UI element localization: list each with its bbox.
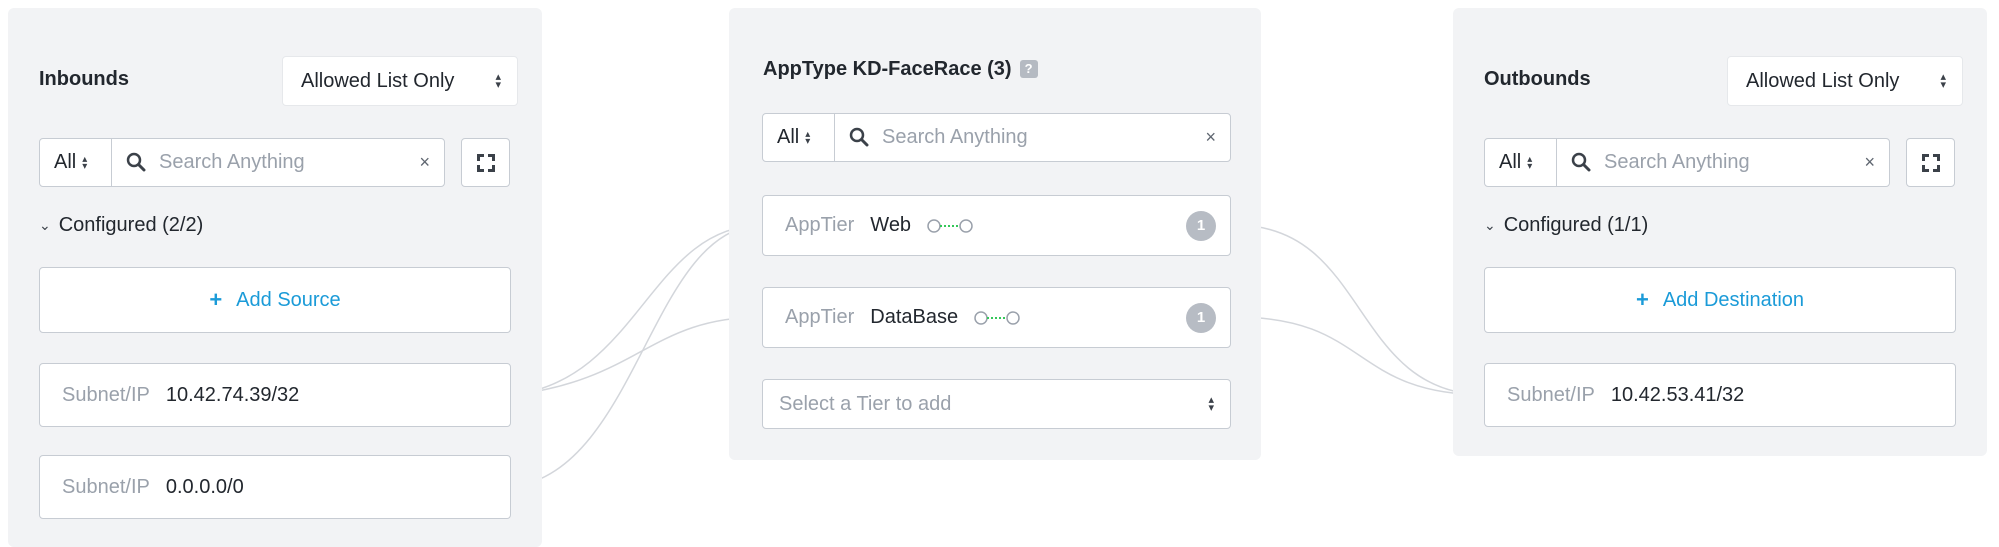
apptype-filter-select[interactable]: All ▴ ▾ <box>763 114 835 161</box>
connector-ip2-web <box>511 224 764 488</box>
outbounds-search-input[interactable]: Search Anything <box>1604 139 1750 186</box>
outbounds-expand-button[interactable] <box>1906 138 1955 187</box>
outbounds-filter-select[interactable]: All ▴ ▾ <box>1485 139 1557 186</box>
sort-icon: ▴ ▾ <box>805 128 811 147</box>
item-key: AppTier <box>785 214 855 236</box>
item-key: Subnet/IP <box>1507 383 1595 406</box>
close-icon[interactable]: × <box>1205 114 1216 161</box>
inbounds-search-input[interactable]: Search Anything <box>159 139 305 186</box>
chevron-down-icon: ⌄ <box>1484 217 1496 233</box>
inbound-item[interactable]: Subnet/IP 0.0.0.0/0 <box>39 455 511 519</box>
sort-icon: ▴ ▾ <box>495 71 501 91</box>
close-icon[interactable]: × <box>1864 139 1875 186</box>
inbounds-mode-select[interactable]: Allowed List Only ▴ ▾ <box>282 56 518 106</box>
plus-icon: + <box>1635 287 1649 312</box>
inbounds-group-label: Configured (2/2) <box>58 214 204 236</box>
item-key: Subnet/IP <box>62 475 150 498</box>
search-icon <box>126 152 146 172</box>
sort-icon: ▴ ▾ <box>82 153 88 172</box>
expand-icon <box>1921 153 1940 172</box>
inbounds-filter-label: All <box>54 151 77 173</box>
sort-icon: ▴ ▾ <box>1940 71 1946 91</box>
help-icon[interactable]: ? <box>1019 60 1038 78</box>
item-key: AppTier <box>785 306 855 328</box>
connector-ip1-db <box>511 316 764 396</box>
connection-count-badge: 1 <box>1186 210 1216 241</box>
apptype-title-text: AppType KD-FaceRace (3) <box>763 58 1012 80</box>
close-icon[interactable]: × <box>419 139 430 186</box>
connector-web-out <box>1234 224 1488 396</box>
sort-icon: ▴ ▾ <box>1527 153 1533 172</box>
link-icon <box>927 218 973 233</box>
item-value: 0.0.0.0/0 <box>165 475 244 498</box>
apptype-filter-label: All <box>777 126 800 148</box>
tier-select-placeholder: Select a Tier to add <box>779 392 952 415</box>
item-key: Subnet/IP <box>62 383 150 406</box>
item-value: 10.42.74.39/32 <box>165 383 300 406</box>
outbounds-title: Outbounds <box>1484 68 1591 90</box>
sort-icon: ▴ ▾ <box>1208 394 1214 414</box>
inbounds-configured-toggle[interactable]: ⌄ Configured (2/2) <box>39 214 203 237</box>
plus-icon: + <box>209 287 223 312</box>
add-destination-button[interactable]: + Add Destination <box>1484 267 1956 333</box>
item-value: DataBase <box>870 306 959 328</box>
outbounds-panel: Outbounds Allowed List Only ▴ ▾ All ▴ ▾ Se… <box>1453 8 1987 456</box>
tier-item-web[interactable]: AppTier Web 1 <box>762 195 1231 256</box>
connection-count-badge: 1 <box>1186 302 1216 333</box>
search-icon <box>1571 152 1591 172</box>
outbounds-search-bar: All ▴ ▾ Search Anything × <box>1484 138 1890 187</box>
outbounds-configured-toggle[interactable]: ⌄ Configured (1/1) <box>1484 214 1648 237</box>
tier-select[interactable]: Select a Tier to add ▴ ▾ <box>762 379 1231 429</box>
outbounds-mode-select[interactable]: Allowed List Only ▴ ▾ <box>1727 56 1963 106</box>
inbounds-mode-label: Allowed List Only <box>301 69 455 92</box>
search-icon <box>849 127 869 147</box>
connector-db-out <box>1234 316 1488 396</box>
inbound-item[interactable]: Subnet/IP 10.42.74.39/32 <box>39 363 511 427</box>
inbounds-filter-select[interactable]: All ▴ ▾ <box>40 139 112 186</box>
outbounds-mode-label: Allowed List Only <box>1746 69 1900 92</box>
inbounds-panel: Inbounds Allowed List Only ▴ ▾ All ▴ ▾ Sea… <box>8 8 542 547</box>
tier-item-database[interactable]: AppTier DataBase 1 <box>762 287 1231 348</box>
link-icon <box>974 310 1020 325</box>
outbounds-group-label: Configured (1/1) <box>1503 214 1649 236</box>
add-destination-label: Add Destination <box>1662 288 1805 311</box>
item-value: Web <box>870 214 912 236</box>
inbounds-title: Inbounds <box>39 68 129 90</box>
add-source-button[interactable]: + Add Source <box>39 267 511 333</box>
item-value: 10.42.53.41/32 <box>1610 383 1745 406</box>
chevron-down-icon: ⌄ <box>39 217 51 233</box>
apptype-search-bar: All ▴ ▾ Search Anything × <box>762 113 1231 162</box>
add-source-label: Add Source <box>236 288 341 311</box>
inbounds-expand-button[interactable] <box>461 138 510 187</box>
apptype-title: AppType KD-FaceRace (3)? <box>763 58 1038 81</box>
apptype-search-input[interactable]: Search Anything <box>882 114 1028 161</box>
outbound-item[interactable]: Subnet/IP 10.42.53.41/32 <box>1484 363 1956 427</box>
inbounds-search-bar: All ▴ ▾ Search Anything × <box>39 138 445 187</box>
outbounds-filter-label: All <box>1499 151 1522 173</box>
expand-icon <box>476 153 495 172</box>
connector-ip1-web <box>511 224 764 396</box>
apptype-panel: AppType KD-FaceRace (3)? All ▴ ▾ Search A… <box>729 8 1261 460</box>
